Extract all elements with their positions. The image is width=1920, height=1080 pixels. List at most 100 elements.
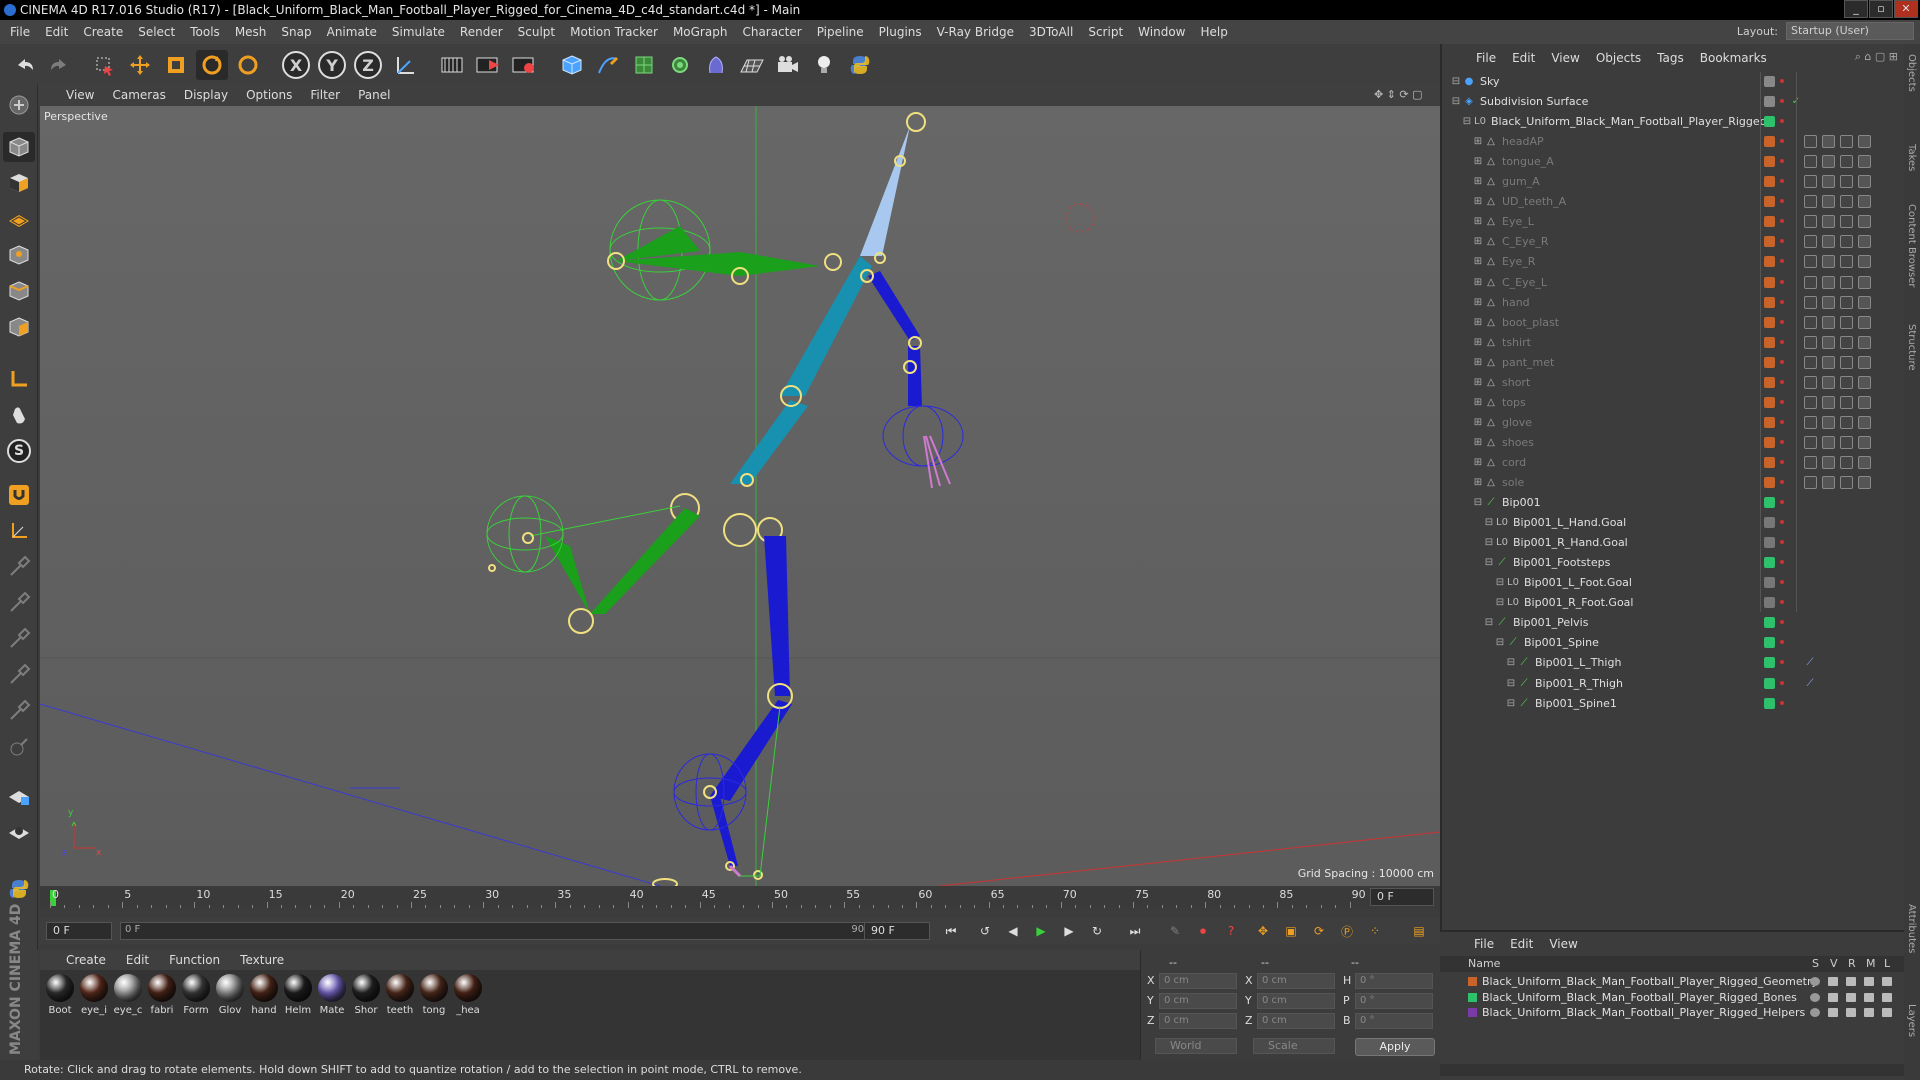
layer-locked-toggle-icon[interactable] [1882, 1008, 1892, 1017]
viewport-menu-cameras[interactable]: Cameras [112, 88, 165, 102]
record-keys-icon[interactable]: ✎ [1164, 921, 1186, 941]
visibility-dot-icon[interactable] [1780, 259, 1784, 264]
material-tag-icon[interactable] [1840, 275, 1853, 289]
material-tag-icon[interactable] [1858, 195, 1871, 209]
material-tag-icon[interactable] [1858, 375, 1871, 389]
material-tag-icon[interactable] [1804, 155, 1817, 169]
viewport-menu-display[interactable]: Display [184, 88, 228, 102]
material-tag-icon[interactable] [1804, 415, 1817, 429]
material-tag-icon[interactable] [1858, 275, 1871, 289]
object-row[interactable]: ⊟◈Subdivision Surface✓ [1442, 92, 1906, 112]
expand-toggle-icon[interactable]: ⊞ [1472, 397, 1484, 409]
object-row[interactable]: ⊟ ⟋ Bip001_Spine1 [1442, 694, 1906, 714]
object-row[interactable]: ⊞ △ tops [1442, 393, 1906, 413]
material-tag-icon[interactable] [1804, 315, 1817, 329]
material-tag-icon[interactable] [1840, 415, 1853, 429]
minimize-button[interactable]: _ [1844, 0, 1868, 18]
material-tag-icon[interactable] [1858, 435, 1871, 449]
layer-solo-toggle-icon[interactable] [1810, 992, 1820, 1002]
material-tag-icon[interactable] [1822, 195, 1835, 209]
material-tag-icon[interactable] [1822, 275, 1835, 289]
cube-object-icon[interactable] [556, 50, 588, 80]
object-row[interactable]: ⊟ ⟋ Bip001 [1442, 493, 1906, 513]
object-row[interactable]: ⊟ ⟋ Bip001_Spine [1442, 633, 1906, 653]
material-tag-icon[interactable] [1858, 315, 1871, 329]
expand-toggle-icon[interactable]: ⊟ [1483, 517, 1495, 529]
layer-menu-edit[interactable]: Edit [1510, 937, 1533, 951]
material-tag-icon[interactable] [1858, 235, 1871, 249]
coord-value-field[interactable]: 0 cm [1159, 973, 1237, 989]
tweak-mode-icon[interactable] [3, 400, 35, 430]
layer-locked-toggle-icon[interactable] [1882, 992, 1892, 1002]
object-row[interactable]: ⊞ △ tshirt [1442, 333, 1906, 353]
visibility-dot-icon[interactable] [1780, 179, 1784, 184]
move-icon[interactable] [124, 50, 156, 80]
expand-toggle-icon[interactable]: ⊞ [1472, 256, 1484, 268]
material-tag-icon[interactable] [1822, 235, 1835, 249]
material-tag-icon[interactable] [1822, 315, 1835, 329]
visibility-dot-icon[interactable] [1780, 399, 1784, 404]
render-settings-icon[interactable] [508, 50, 540, 80]
record-position-icon[interactable]: ✥ [1252, 921, 1274, 941]
frame-range-slider[interactable]: 0 F 90 F [120, 922, 890, 940]
viewport-nav-icons[interactable]: ✥ ⇕ ⟳ ▢ [1374, 88, 1436, 102]
visibility-dot-icon[interactable] [1780, 219, 1784, 224]
menu-create[interactable]: Create [83, 25, 123, 39]
timeline-ruler[interactable]: 0 F 0 5 10 15 20 25 30 35 40 45 50 55 60 65 70 75 80 85 90 [40, 886, 1440, 908]
layout-dropdown[interactable]: Startup (User) [1786, 22, 1914, 40]
polygons-mode-icon[interactable] [3, 312, 35, 342]
recent-tool-icon[interactable] [232, 50, 264, 80]
layer-color-swatch[interactable] [1468, 977, 1477, 986]
visibility-dot-icon[interactable] [1780, 520, 1784, 525]
material-tag-icon[interactable] [1840, 215, 1853, 229]
material-tag-icon[interactable] [1822, 295, 1835, 309]
visibility-dot-icon[interactable] [1780, 159, 1784, 164]
material-tag-icon[interactable] [1804, 215, 1817, 229]
layer-row[interactable]: Black_Uniform_Black_Man_Football_Player_… [1440, 974, 1904, 989]
object-menu-bookmarks[interactable]: Bookmarks [1700, 51, 1767, 65]
material-tag-icon[interactable] [1840, 335, 1853, 349]
expand-toggle-icon[interactable]: ⊟ [1494, 637, 1506, 649]
deformer-icon[interactable] [700, 50, 732, 80]
material-tag-icon[interactable] [1804, 455, 1817, 469]
object-row[interactable]: ⊟ L0 Bip001_L_Hand.Goal [1442, 513, 1906, 533]
coord-value-field[interactable]: 0 cm [1159, 1013, 1237, 1029]
workplane-snap-icon[interactable] [3, 816, 35, 846]
material-tag-icon[interactable] [1804, 255, 1817, 269]
side-tab-takes[interactable]: Takes [1906, 144, 1917, 171]
menu-select[interactable]: Select [138, 25, 175, 39]
material-tag-icon[interactable] [1804, 275, 1817, 289]
record-parameter-icon[interactable]: Ⓟ [1336, 921, 1358, 941]
visibility-dot-icon[interactable] [1780, 339, 1784, 344]
expand-toggle-icon[interactable]: ⊟ [1505, 698, 1517, 710]
object-row[interactable]: ⊞ △ hand [1442, 293, 1906, 313]
expand-toggle-icon[interactable]: ⊞ [1472, 196, 1484, 208]
expand-toggle-icon[interactable]: ⊞ [1472, 477, 1484, 489]
coord-value-field[interactable]: 0 cm [1159, 993, 1237, 1009]
material-menu-edit[interactable]: Edit [126, 953, 149, 967]
expand-toggle-icon[interactable]: ⊞ [1472, 136, 1484, 148]
material-tag-icon[interactable] [1840, 155, 1853, 169]
inflate-brush-icon[interactable] [3, 732, 35, 762]
object-row[interactable]: ⊞ △ short [1442, 373, 1906, 393]
menu-plugins[interactable]: Plugins [879, 25, 922, 39]
live-selection-icon[interactable] [88, 50, 120, 80]
material-tag-icon[interactable] [1840, 395, 1853, 409]
visibility-dot-icon[interactable] [1780, 600, 1784, 605]
pull-brush-icon[interactable] [3, 660, 35, 690]
menu-snap[interactable]: Snap [281, 25, 311, 39]
material-tag-icon[interactable] [1840, 455, 1853, 469]
material-tag-icon[interactable] [1840, 355, 1853, 369]
material-tag-icon[interactable] [1804, 295, 1817, 309]
previous-key-icon[interactable]: ↺ [974, 921, 996, 941]
expand-toggle-icon[interactable]: ⊞ [1472, 277, 1484, 289]
material-swatch[interactable]: eye_i [78, 974, 110, 1016]
object-menu-file[interactable]: File [1476, 51, 1496, 65]
viewport-menu-options[interactable]: Options [246, 88, 292, 102]
coordinate-system-icon[interactable] [390, 50, 422, 80]
expand-toggle-icon[interactable]: ⊟ [1483, 537, 1495, 549]
grid-lock-icon[interactable] [3, 780, 35, 810]
material-swatch[interactable]: Shor [350, 974, 382, 1016]
material-tag-icon[interactable] [1858, 355, 1871, 369]
expand-toggle-icon[interactable]: ⊟ [1505, 657, 1517, 669]
